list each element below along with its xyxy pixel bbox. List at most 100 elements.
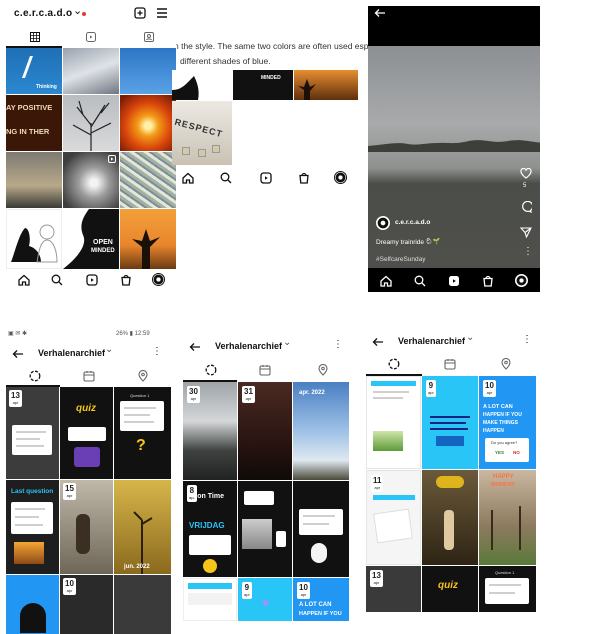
story-thumbnail[interactable]: [183, 578, 237, 621]
reels-nav-icon[interactable]: [260, 172, 272, 184]
add-square-icon[interactable]: [134, 7, 146, 19]
page-title[interactable]: Verhalenarchief: [398, 336, 465, 346]
shop-icon[interactable]: [482, 275, 494, 287]
story-thumbnail[interactable]: quiz: [422, 566, 478, 612]
post-thumbnail[interactable]: [63, 95, 119, 151]
post-thumbnail[interactable]: AY POSITIVE NG IN THER: [6, 95, 62, 151]
comment-icon[interactable]: [520, 201, 532, 213]
title-chevron-icon[interactable]: ⌄: [283, 337, 291, 348]
title-chevron-icon[interactable]: ⌄: [105, 344, 113, 355]
story-thumbnail[interactable]: 10 apr A LOT CAN HAPPEN IF YOU: [293, 578, 349, 621]
story-thumbnail[interactable]: 8 apr tion Time VRIJDAG: [183, 481, 237, 577]
post-thumbnail[interactable]: [6, 152, 62, 208]
story-thumbnail[interactable]: [114, 575, 171, 634]
send-icon[interactable]: [520, 226, 532, 238]
story-thumbnail[interactable]: 31 apr: [238, 382, 292, 480]
reel-video[interactable]: [368, 46, 540, 268]
home-icon[interactable]: [18, 274, 30, 286]
post-thumbnail[interactable]: MINDED: [233, 70, 293, 100]
search-icon[interactable]: [414, 275, 426, 287]
story-thumbnail[interactable]: [293, 481, 349, 577]
story-thumbnail[interactable]: Question 1: [479, 566, 536, 612]
profile-avatar-icon[interactable]: [515, 274, 528, 287]
title-chevron-icon[interactable]: ⌄: [466, 332, 474, 343]
calendar-icon[interactable]: [444, 358, 456, 370]
reels-nav-icon[interactable]: [448, 275, 460, 287]
menu-icon[interactable]: [156, 8, 168, 18]
more-icon[interactable]: ⋮: [522, 334, 532, 345]
story-thumbnail[interactable]: 13 apr: [6, 387, 59, 479]
post-thumbnail[interactable]: RESPECT: [172, 101, 232, 165]
story-thumbnail[interactable]: [366, 376, 421, 469]
post-thumbnail[interactable]: [63, 152, 119, 208]
home-icon[interactable]: [380, 275, 392, 287]
post-thumbnail[interactable]: Thinking: [6, 48, 62, 94]
profile-avatar-icon[interactable]: [152, 273, 165, 286]
shop-icon[interactable]: [120, 274, 132, 286]
page-title[interactable]: Verhalenarchief: [38, 348, 105, 358]
back-arrow-icon[interactable]: [372, 337, 384, 347]
stories-tab-icon[interactable]: [29, 370, 41, 382]
location-icon[interactable]: [137, 370, 149, 382]
more-icon[interactable]: ⋮: [152, 346, 162, 357]
post-thumbnail[interactable]: [120, 152, 176, 208]
story-thumbnail[interactable]: [6, 575, 59, 634]
story-thumbnail[interactable]: 9 apr: [422, 376, 478, 469]
story-thumbnail[interactable]: [422, 470, 478, 565]
profile-avatar-icon[interactable]: [334, 171, 347, 184]
story-thumbnail[interactable]: jun. 2022: [114, 480, 171, 574]
stories-tab-icon[interactable]: [205, 364, 217, 376]
post-thumbnail[interactable]: OPEN MINDED: [63, 209, 119, 269]
calendar-icon[interactable]: [259, 364, 271, 376]
story-date-badge: 10 apr: [483, 380, 496, 397]
calendar-icon[interactable]: [83, 370, 95, 382]
reel-author-username[interactable]: c.e.r.c.a.d.o: [395, 219, 430, 226]
stories-tab-icon[interactable]: [388, 358, 400, 370]
shop-icon[interactable]: [298, 172, 310, 184]
post-thumbnail[interactable]: [172, 70, 232, 100]
story-thumbnail[interactable]: 13 apr: [366, 566, 421, 612]
post-thumbnail[interactable]: [294, 70, 358, 100]
back-arrow-icon[interactable]: [12, 349, 24, 359]
story-date-badge: 30 apr: [187, 386, 200, 403]
username-chevron-icon[interactable]: ⌄: [73, 4, 82, 17]
search-icon[interactable]: [51, 274, 63, 286]
story-thumbnail[interactable]: 10 apr: [60, 575, 113, 634]
story-thumbnail[interactable]: 11 apr: [366, 470, 421, 565]
search-icon[interactable]: [220, 172, 232, 184]
more-icon[interactable]: ⋮: [523, 246, 533, 257]
story-thumbnail[interactable]: quiz: [60, 387, 113, 479]
post-thumbnail[interactable]: [120, 209, 176, 269]
tagged-icon[interactable]: [144, 32, 154, 42]
poll-card: Do you agree? YES NO: [485, 438, 529, 462]
page-title[interactable]: Verhalenarchief: [215, 341, 282, 351]
story-text: VRIJDAG: [189, 521, 225, 530]
heart-icon[interactable]: [520, 168, 532, 179]
story-thumbnail[interactable]: [238, 481, 292, 577]
reel-author-avatar[interactable]: [376, 216, 390, 230]
post-thumbnail[interactable]: [63, 48, 119, 94]
back-arrow-icon[interactable]: [189, 342, 201, 352]
story-thumbnail[interactable]: apr. 2022: [293, 382, 349, 480]
back-arrow-icon[interactable]: [374, 8, 386, 18]
location-icon[interactable]: [500, 358, 512, 370]
story-thumbnail[interactable]: 15 apr: [60, 480, 113, 574]
post-thumbnail[interactable]: [120, 48, 176, 94]
reel-hashtag[interactable]: #SelfcareSunday: [376, 256, 426, 263]
post-thumbnail[interactable]: [120, 95, 176, 151]
reels-icon[interactable]: [86, 32, 96, 42]
grid-icon[interactable]: [30, 32, 40, 42]
home-icon[interactable]: [182, 172, 194, 184]
more-icon[interactable]: ⋮: [333, 339, 343, 350]
story-thumbnail[interactable]: 10 apr A LOT CAN HAPPEN IF YOU MAKE THING…: [479, 376, 536, 469]
story-thumbnail[interactable]: Last question: [6, 480, 59, 574]
story-thumbnail[interactable]: 30 apr: [183, 382, 237, 480]
post-thumbnail[interactable]: [6, 209, 62, 269]
story-thumbnail[interactable]: 9 apr ♥: [238, 578, 292, 621]
profile-username[interactable]: c.e.r.c.a.d.o: [14, 8, 72, 19]
reels-nav-icon[interactable]: [86, 274, 98, 286]
poll-yes: YES: [495, 450, 505, 455]
story-thumbnail[interactable]: Question 1 ?: [114, 387, 171, 479]
location-icon[interactable]: [317, 364, 329, 376]
story-thumbnail[interactable]: HAPPY MONDAY: [479, 470, 536, 565]
